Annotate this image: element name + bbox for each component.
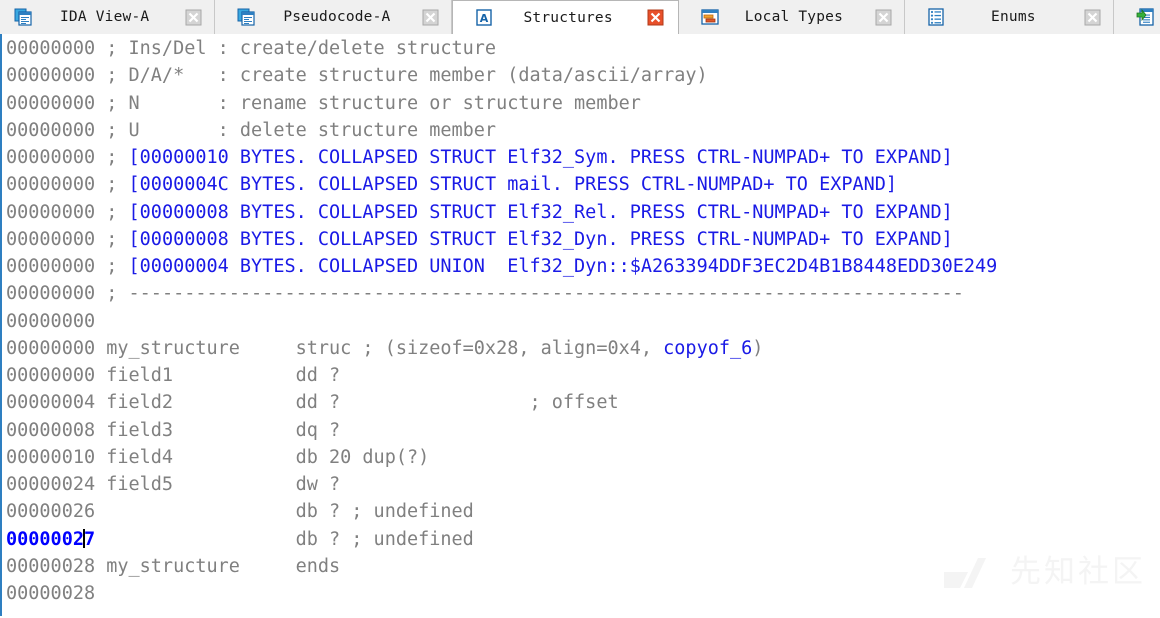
line-address: 00000027 (6, 528, 96, 550)
close-icon[interactable] (1084, 9, 1101, 26)
line-address: 00000000 (6, 228, 96, 250)
line-address: 00000026 (6, 501, 96, 523)
code-text: db ? ; undefined (95, 501, 474, 523)
code-line[interactable]: 00000028 (2, 580, 1160, 607)
tab-label: Local Types (744, 9, 844, 25)
line-address: 00000028 (6, 583, 96, 604)
code-line[interactable]: 00000000 field1 dd ? (2, 362, 1160, 389)
close-icon[interactable] (647, 9, 664, 26)
code-line[interactable]: 00000000 ; [0000004C BYTES. COLLAPSED ST… (2, 171, 1160, 198)
code-text: ; D/A/* : create structure member (data/… (95, 65, 708, 87)
line-address: 00000000 (6, 38, 96, 59)
code-text: my_structure ends (95, 555, 341, 577)
code-line[interactable]: 00000008 field3 dq ? (2, 417, 1160, 444)
line-address: 00000000 (6, 365, 96, 386)
code-text: ; (95, 147, 129, 168)
line-address: 00000000 (6, 92, 96, 114)
code-text: field3 dq ? (95, 419, 341, 441)
code-line[interactable]: 00000000 ; -----------------------------… (2, 280, 1160, 307)
code-line[interactable]: 00000010 field4 db 20 dup(?) (2, 444, 1160, 471)
code-text: ; (95, 256, 129, 277)
line-address-text: 0000002 (6, 528, 84, 550)
code-line[interactable]: 00000004 field2 dd ? ; offset (2, 389, 1160, 416)
code-line-current[interactable]: 00000027 db ? ; undefined (2, 526, 1160, 553)
code-line[interactable]: 00000000 ; [00000008 BYTES. COLLAPSED ST… (2, 226, 1160, 253)
code-line[interactable]: 00000000 ; [00000010 BYTES. COLLAPSED ST… (2, 144, 1160, 171)
line-address: 00000000 (6, 337, 96, 359)
line-address: 00000000 (6, 65, 96, 87)
line-address: 00000008 (6, 419, 96, 441)
code-line[interactable]: 00000000 ; U : delete structure member (2, 117, 1160, 144)
document-window-icon (14, 8, 32, 26)
collapsed-struct-text[interactable]: [0000004C BYTES. COLLAPSED STRUCT mail. … (129, 174, 898, 195)
code-line[interactable]: 00000000 ; [00000004 BYTES. COLLAPSED UN… (2, 253, 1160, 280)
tab-ida-view-a[interactable]: IDA View-A (0, 0, 216, 34)
code-line[interactable]: 00000000 ; Ins/Del : create/delete struc… (2, 35, 1160, 62)
line-address: 00000010 (6, 446, 96, 468)
collapsed-struct-text[interactable]: [00000008 BYTES. COLLAPSED STRUCT Elf32_… (129, 202, 953, 223)
tab-bar: IDA View-A Pseudocode-A A Structures Local T… (0, 0, 1160, 34)
code-line[interactable]: 00000000 ; [00000008 BYTES. COLLAPSED ST… (2, 199, 1160, 226)
code-text: field2 dd ? ; offset (95, 392, 619, 414)
tab-label: Enums (991, 9, 1036, 25)
code-text: db ? ; undefined (95, 528, 474, 550)
tab-local-types[interactable]: Local Types (678, 0, 906, 34)
collapsed-struct-text[interactable]: [00000010 BYTES. COLLAPSED STRUCT Elf32_… (129, 147, 953, 168)
code-text: ; (95, 174, 129, 196)
tab-pseudocode-a[interactable]: Pseudocode-A (215, 0, 453, 34)
code-text: ) (752, 337, 764, 359)
line-address: 00000000 (6, 201, 96, 223)
code-line[interactable]: 00000028 my_structure ends (2, 553, 1160, 580)
structures-editor[interactable]: 00000000 ; Ins/Del : create/delete struc… (0, 34, 1160, 616)
struct-link[interactable]: copyof_6 (663, 338, 752, 359)
close-icon[interactable] (185, 9, 202, 26)
tab-imports[interactable]: Imports (1113, 0, 1160, 34)
line-address: 00000000 (6, 174, 96, 196)
code-text: field4 db 20 dup(?) (95, 446, 430, 468)
local-types-icon (701, 9, 719, 25)
line-address: 00000000 (6, 283, 96, 305)
code-text: field1 dd ? (95, 365, 341, 386)
document-window-icon (237, 8, 255, 26)
line-address: 00000000 (6, 147, 96, 168)
code-text: my_structure struc ; (sizeof=0x28, align… (95, 337, 664, 359)
code-lines: 00000000 ; Ins/Del : create/delete struc… (2, 34, 1160, 607)
line-address: 00000000 (6, 119, 96, 141)
collapsed-struct-text[interactable]: [00000004 BYTES. COLLAPSED UNION Elf32_D… (129, 256, 998, 277)
code-line[interactable]: 00000000 ; N : rename structure or struc… (2, 90, 1160, 117)
code-line[interactable]: 00000000 ; D/A/* : create structure memb… (2, 62, 1160, 89)
tab-label: IDA View-A (60, 9, 150, 25)
tab-structures[interactable]: A Structures (452, 0, 679, 34)
structures-a-icon: A (476, 8, 493, 26)
svg-text:A: A (480, 12, 489, 25)
collapsed-struct-text[interactable]: [00000008 BYTES. COLLAPSED STRUCT Elf32_… (129, 229, 953, 250)
line-address: 00000004 (6, 392, 96, 414)
separator-text: ----------------------------------------… (128, 283, 964, 305)
enums-list-icon (928, 8, 944, 26)
code-text: ; N : rename structure or structure memb… (95, 92, 641, 114)
code-line[interactable]: 00000000 (2, 308, 1160, 335)
close-icon[interactable] (875, 9, 892, 26)
code-line[interactable]: 00000026 db ? ; undefined (2, 498, 1160, 525)
tab-enums[interactable]: Enums (905, 0, 1114, 34)
code-text: ; (95, 201, 129, 223)
code-text: ; Ins/Del : create/delete structure (95, 38, 497, 59)
code-text: ; U : delete structure member (95, 119, 497, 141)
code-line[interactable]: 00000000 my_structure struc ; (sizeof=0x… (2, 335, 1160, 362)
line-address: 00000028 (6, 555, 96, 577)
code-text: ; (95, 283, 129, 305)
line-address-tail: 7 (83, 528, 96, 550)
tab-label: Pseudocode-A (283, 9, 391, 25)
imports-icon (1136, 8, 1154, 26)
line-address: 00000000 (6, 256, 96, 277)
code-line[interactable]: 00000024 field5 dw ? (2, 471, 1160, 498)
line-address: 00000000 (6, 310, 96, 332)
code-text: field5 dw ? (95, 474, 341, 495)
tab-label: Structures (523, 9, 613, 26)
close-icon[interactable] (422, 9, 439, 26)
line-address: 00000024 (6, 474, 96, 495)
code-text: ; (95, 228, 129, 250)
